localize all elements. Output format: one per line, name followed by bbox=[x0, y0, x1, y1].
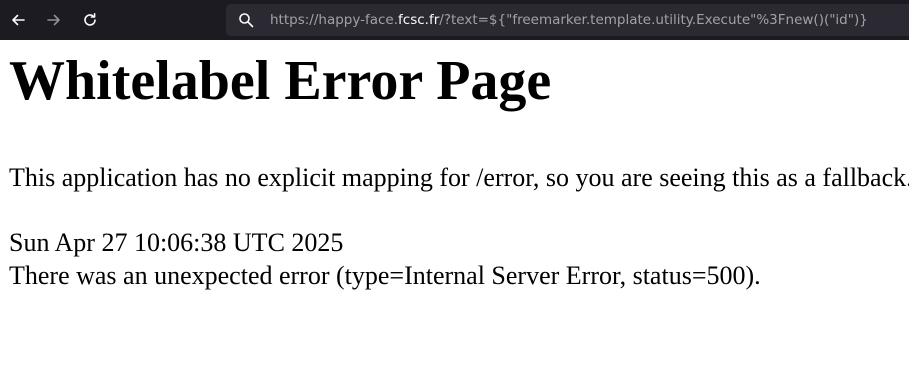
error-message: This application has no explicit mapping… bbox=[9, 163, 909, 192]
forward-button[interactable] bbox=[42, 8, 66, 32]
search-icon bbox=[239, 13, 254, 28]
error-timestamp: Sun Apr 27 10:06:38 UTC 2025 bbox=[9, 228, 344, 257]
error-detail: There was an unexpected error (type=Inte… bbox=[9, 261, 761, 290]
url-path: /?text=${"freemarker.template.utility.Ex… bbox=[439, 12, 868, 28]
url-text[interactable]: https://happy-face.fcsc.fr/?text=${"free… bbox=[270, 11, 868, 29]
browser-toolbar: https://happy-face.fcsc.fr/?text=${"free… bbox=[0, 0, 909, 40]
address-bar[interactable]: https://happy-face.fcsc.fr/?text=${"free… bbox=[226, 4, 909, 36]
reload-icon bbox=[84, 13, 96, 26]
reload-button[interactable] bbox=[78, 8, 102, 32]
back-button[interactable] bbox=[6, 8, 30, 32]
page-content: Whitelabel Error Page This application h… bbox=[0, 40, 909, 376]
url-host: fcsc.fr bbox=[398, 12, 440, 28]
url-prefix: https://happy-face. bbox=[270, 12, 399, 28]
back-arrow-icon bbox=[12, 14, 25, 26]
forward-arrow-icon bbox=[47, 14, 60, 26]
page-title: Whitelabel Error Page bbox=[9, 50, 552, 112]
